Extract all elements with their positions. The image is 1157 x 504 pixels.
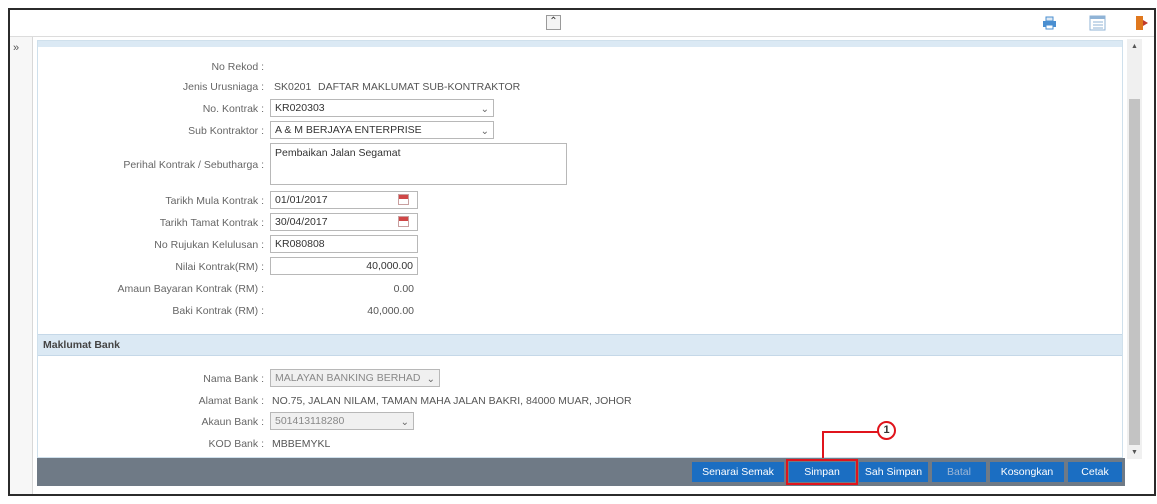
label-perihal-kontrak: Perihal Kontrak / Sebutharga : [123,159,264,171]
vertical-scrollbar[interactable]: ▲ ▼ [1127,39,1142,459]
cetak-button[interactable]: Cetak [1068,462,1122,482]
tarikh-tamat-value: 30/04/2017 [275,216,328,228]
section-maklumat-bank: Maklumat Bank [38,334,1122,356]
chevron-down-icon: ⌄ [480,126,489,137]
panel-top-band [38,41,1122,47]
logout-icon[interactable] [1134,15,1151,31]
label-tarikh-tamat: Tarikh Tamat Kontrak : [159,217,264,229]
chevron-down-icon: ⌄ [480,104,489,115]
list-icon[interactable] [1089,15,1106,31]
label-baki-kontrak: Baki Kontrak (RM) : [172,305,264,317]
callout-number-badge: 1 [877,421,896,440]
label-no-kontrak: No. Kontrak : [202,103,264,115]
label-akaun-bank: Akaun Bank : [201,416,264,428]
nama-bank-select[interactable]: MALAYAN BANKING BERHAD ⌄ [270,369,440,387]
sub-kontraktor-select[interactable]: A & M BERJAYA ENTERPRISE ⌄ [270,121,494,139]
collapse-up-button[interactable]: ⌃ [546,15,561,30]
batal-button[interactable]: Batal [932,462,986,482]
no-kontrak-value: KR020303 [275,102,325,114]
simpan-button[interactable]: Simpan [786,459,858,485]
label-nama-bank: Nama Bank : [203,373,264,385]
label-tarikh-mula: Tarikh Mula Kontrak : [165,195,264,207]
label-amaun-bayaran: Amaun Bayaran Kontrak (RM) : [117,283,264,295]
kosongkan-button[interactable]: Kosongkan [990,462,1064,482]
label-nilai-kontrak: Nilai Kontrak(RM) : [175,261,264,273]
chevron-down-icon: ⌄ [400,417,409,428]
expand-sidebar-icon[interactable]: » [13,42,19,54]
callout-line-horizontal [822,431,878,433]
sah-simpan-button[interactable]: Sah Simpan [859,462,928,482]
no-kontrak-select[interactable]: KR020303 ⌄ [270,99,494,117]
action-bar: Senarai Semak Simpan Sah Simpan Batal Ko… [37,458,1125,486]
value-jenis-urusniaga: DAFTAR MAKLUMAT SUB-KONTRAKTOR [318,81,521,93]
value-amaun-bayaran: 0.00 [393,283,414,295]
calendar-icon[interactable] [398,194,409,205]
label-jenis-urusniaga: Jenis Urusniaga : [182,81,264,93]
label-no-rekod: No Rekod : [211,61,264,73]
no-rujukan-input[interactable]: KR080808 [270,235,418,253]
value-baki-kontrak: 40,000.00 [367,305,414,317]
callout-line-vertical [822,432,824,458]
scroll-up-icon[interactable]: ▲ [1131,43,1138,50]
akaun-bank-value: 501413118280 [275,415,345,427]
perihal-kontrak-textarea[interactable]: Pembaikan Jalan Segamat [270,143,567,185]
tarikh-mula-input[interactable]: 01/01/2017 [270,191,418,209]
printer-icon[interactable] [1041,15,1058,31]
top-toolbar: ⌃ [10,10,1154,37]
chevron-down-icon: ⌄ [426,374,435,385]
label-kod-bank: KOD Bank : [208,438,264,450]
label-sub-kontraktor: Sub Kontraktor : [188,125,264,137]
value-kod-bank: MBBEMYKL [272,438,331,450]
akaun-bank-select[interactable]: 501413118280 ⌄ [270,412,414,430]
scrollbar-thumb[interactable] [1129,99,1140,445]
sub-kontraktor-value: A & M BERJAYA ENTERPRISE [275,124,422,136]
senarai-semak-button[interactable]: Senarai Semak [692,462,784,482]
nilai-kontrak-input[interactable]: 40,000.00 [270,257,418,275]
label-no-rujukan: No Rujukan Kelulusan : [154,239,264,251]
calendar-icon[interactable] [398,216,409,227]
form-panel: No Rekod : Jenis Urusniaga : SK0201 DAFT… [37,40,1123,458]
value-alamat-bank: NO.75, JALAN NILAM, TAMAN MAHA JALAN BAK… [272,395,632,407]
tarikh-tamat-input[interactable]: 30/04/2017 [270,213,418,231]
double-chevron-up-icon: ⌃ [549,16,558,27]
app-frame: ⌃ » No Rekod : Jenis Urusniaga : SK0201 … [8,8,1156,496]
tarikh-mula-value: 01/01/2017 [275,194,328,206]
left-sidebar-strip: » [10,37,33,494]
nama-bank-value: MALAYAN BANKING BERHAD [275,372,421,384]
value-jenis-urusniaga-code: SK0201 [274,81,312,93]
scroll-down-icon[interactable]: ▼ [1131,449,1138,456]
label-alamat-bank: Alamat Bank : [198,395,264,407]
